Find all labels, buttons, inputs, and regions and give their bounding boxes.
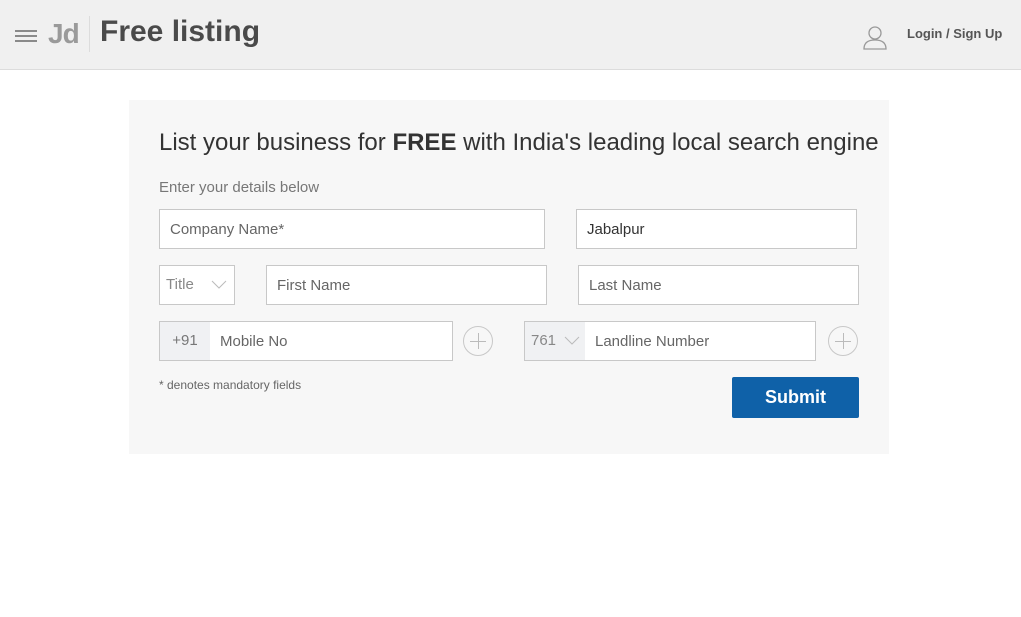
hamburger-icon[interactable] (15, 30, 37, 44)
title-select-value: Title (166, 276, 194, 293)
mobile-input[interactable] (210, 322, 452, 360)
form-subheading: Enter your details below (159, 179, 320, 196)
std-code-value: 761 (531, 332, 557, 349)
mobile-field-group: +91 (159, 321, 453, 361)
first-name-input[interactable] (266, 265, 547, 305)
title-select[interactable]: Title (159, 265, 235, 305)
headline-free: FREE (392, 129, 457, 156)
page-title: Free listing (100, 15, 261, 48)
login-signup-link[interactable]: Login / Sign Up (907, 26, 1002, 41)
listing-form-card: List your business for FREE with India's… (129, 100, 889, 454)
header: Jd Free listing Login / Sign Up (0, 0, 1021, 70)
landline-field-group: 761 (524, 321, 816, 361)
submit-button[interactable]: Submit (732, 377, 859, 418)
std-code-select[interactable]: 761 (525, 322, 585, 360)
company-name-input[interactable] (159, 209, 545, 249)
header-divider (89, 16, 90, 52)
chevron-down-icon (211, 280, 227, 289)
headline-text: List your business for (159, 129, 393, 156)
mandatory-note: * denotes mandatory fields (159, 378, 302, 392)
add-landline-icon[interactable] (828, 326, 858, 356)
city-input[interactable] (576, 209, 857, 249)
headline-text-end: with India's leading local search engine (456, 129, 879, 156)
landline-input[interactable] (585, 322, 815, 360)
logo[interactable]: Jd (48, 18, 80, 50)
form-headline: List your business for FREE with India's… (159, 129, 879, 157)
add-mobile-icon[interactable] (463, 326, 493, 356)
country-code: +91 (160, 322, 210, 360)
user-icon[interactable] (862, 24, 888, 50)
last-name-input[interactable] (578, 265, 859, 305)
chevron-down-icon (564, 336, 580, 345)
